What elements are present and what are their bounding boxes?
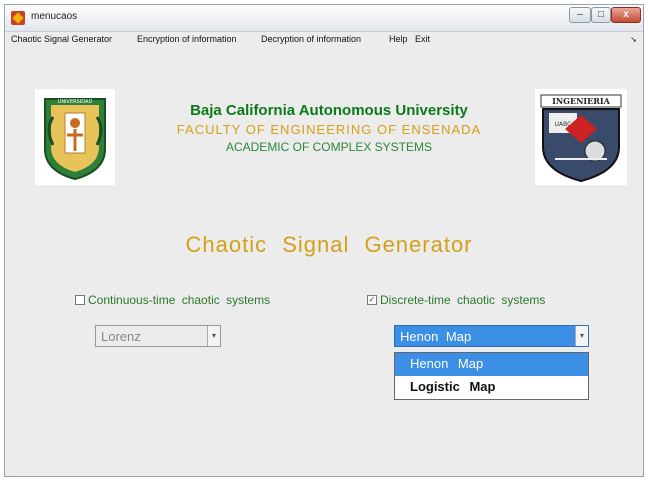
ingenieria-logo-text: INGENIERIA [552,96,611,106]
menu-decryption[interactable]: Decryption of information [261,34,361,44]
discrete-time-checkbox-row[interactable]: ✓ Discrete-time chaotic systems [367,293,545,307]
discrete-dropdown-list: Henon Map Logistic Map [394,352,589,400]
uabc-logo-text: UNIVERSIDAD [58,99,93,105]
arrow-icon[interactable]: ➘ [630,35,637,44]
continuous-system-select[interactable]: Lorenz ▾ [95,325,221,347]
main-title: Chaotic Signal Generator [185,232,473,257]
academic-name: ACADEMIC OF COMPLEX SYSTEMS [225,140,433,154]
faculty-name: FACULTY OF ENGINEERING OF ENSENADA [176,122,482,137]
menu-encryption[interactable]: Encryption of information [137,34,237,44]
uabc-shield-logo: UNIVERSIDAD [35,89,115,185]
discrete-selected-value: Henon Map [400,329,472,344]
menu-chaotic-signal-generator[interactable]: Chaotic Signal Generator [11,34,112,44]
app-window: menucaos – □ x Chaotic Signal Generator … [4,4,644,477]
window-title: menucaos [31,11,78,22]
discrete-system-select[interactable]: Henon Map ▾ [394,325,589,347]
continuous-time-checkbox-row[interactable]: Continuous-time chaotic systems [75,293,270,307]
discrete-checkbox[interactable]: ✓ [367,294,377,305]
chevron-down-icon[interactable]: ▾ [575,326,588,346]
minimize-button[interactable]: – [569,7,591,23]
figure-panel: UNIVERSIDAD Baja California Autonomous U… [9,50,639,472]
ingenieria-shield-logo: INGENIERIA UABC [535,89,627,185]
discrete-checkbox-label: Discrete-time chaotic systems [380,293,546,307]
menu-exit[interactable]: Exit [415,34,430,44]
continuous-checkbox-label: Continuous-time chaotic systems [88,293,271,307]
maximize-button[interactable]: □ [591,7,611,23]
continuous-checkbox[interactable] [75,294,85,305]
menu-help[interactable]: Help [389,34,408,44]
dropdown-option-logistic-map[interactable]: Logistic Map [395,376,588,399]
continuous-selected-value: Lorenz [101,329,141,344]
menu-bar: Chaotic Signal Generator Encryption of i… [5,32,643,48]
close-button[interactable]: x [611,7,641,23]
university-name: Baja California Autonomous University [190,102,468,119]
chevron-down-icon[interactable]: ▾ [207,326,220,346]
title-bar[interactable]: menucaos – □ x [5,5,643,32]
matlab-app-icon [11,11,25,25]
dropdown-option-henon-map[interactable]: Henon Map [395,353,588,376]
